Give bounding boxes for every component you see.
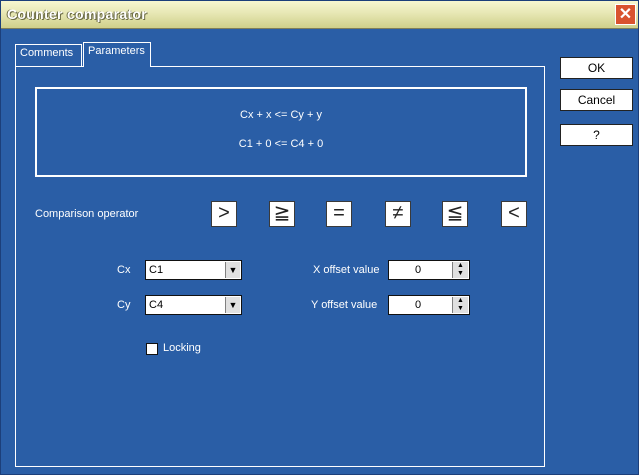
x-offset-spinner[interactable]: 0 ▲ ▼ (388, 260, 470, 280)
cx-combobox[interactable]: C1 ▼ (145, 260, 242, 280)
y-offset-spinner[interactable]: 0 ▲ ▼ (388, 295, 470, 315)
chevron-down-icon[interactable]: ▼ (225, 262, 240, 278)
spin-up-icon[interactable]: ▲ (453, 262, 468, 270)
x-offset-value: 0 (414, 264, 422, 276)
counter-comparator-dialog: Counter comparator ✕ Comments Parameters… (0, 0, 639, 475)
help-button[interactable]: ? (560, 124, 633, 146)
close-icon: ✕ (618, 6, 633, 23)
y-offset-value: 0 (414, 299, 422, 311)
y-offset-spin-buttons[interactable]: ▲ ▼ (452, 297, 468, 313)
spin-up-icon[interactable]: ▲ (453, 297, 468, 305)
title-bar[interactable]: Counter comparator ✕ (1, 1, 638, 29)
formula-general: Cx + x <= Cy + y (240, 109, 322, 121)
formula-current: C1 + 0 <= C4 + 0 (238, 138, 324, 150)
cx-label: Cx (117, 264, 131, 276)
operator-greater-button[interactable]: > (211, 201, 237, 227)
operator-greater-equal-button[interactable]: ≧ (269, 201, 295, 227)
spin-down-icon[interactable]: ▼ (453, 305, 468, 313)
cy-combobox[interactable]: C4 ▼ (145, 295, 242, 315)
close-button[interactable]: ✕ (615, 4, 636, 25)
formula-display: Cx + x <= Cy + y C1 + 0 <= C4 + 0 (35, 87, 527, 177)
window-title: Counter comparator (7, 6, 147, 22)
cancel-button[interactable]: Cancel (560, 89, 633, 111)
spin-down-icon[interactable]: ▼ (453, 270, 468, 278)
locking-label: Locking (163, 342, 201, 354)
operator-less-equal-button[interactable]: ≦ (442, 201, 468, 227)
y-offset-label: Y offset value (311, 299, 378, 311)
operator-less-button[interactable]: < (501, 201, 527, 227)
locking-checkbox[interactable] (146, 343, 158, 355)
chevron-down-icon[interactable]: ▼ (225, 297, 240, 313)
cx-value: C1 (149, 264, 164, 276)
comparison-operator-label: Comparison operator (35, 208, 139, 220)
cy-value: C4 (149, 299, 164, 311)
tab-comments[interactable]: Comments (15, 44, 82, 66)
ok-button[interactable]: OK (560, 57, 633, 79)
operator-equal-button[interactable]: = (326, 201, 352, 227)
cy-label: Cy (117, 299, 131, 311)
x-offset-spin-buttons[interactable]: ▲ ▼ (452, 262, 468, 278)
tab-parameters[interactable]: Parameters (83, 42, 151, 67)
x-offset-label: X offset value (313, 264, 380, 276)
operator-not-equal-button[interactable]: ≠ (385, 201, 411, 227)
